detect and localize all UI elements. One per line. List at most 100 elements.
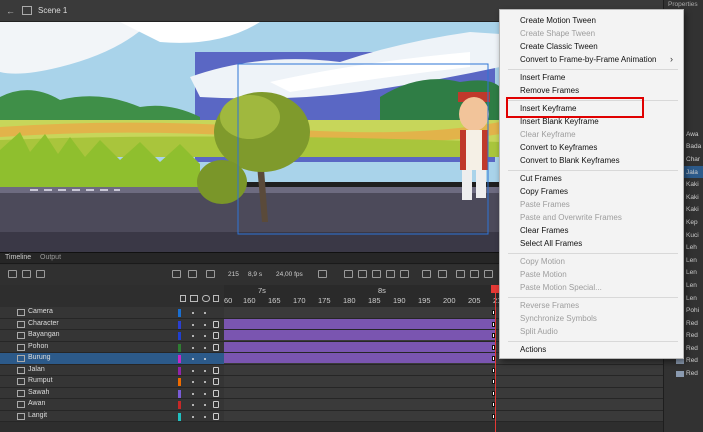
layer-color-swatch[interactable] — [178, 412, 181, 421]
layer-toggle-dot[interactable] — [204, 335, 206, 337]
layer-toggle-dot[interactable] — [192, 369, 194, 372]
lock-icon[interactable] — [213, 332, 219, 339]
menu-item-remove-frames[interactable]: Remove Frames — [520, 86, 579, 95]
tab-output[interactable]: Output — [40, 254, 61, 261]
layer-toggle-dot[interactable] — [192, 415, 194, 418]
menu-item-actions[interactable]: Actions — [520, 345, 546, 354]
layer-row[interactable]: Bayangan — [0, 330, 224, 342]
properties-title[interactable]: Properties — [668, 1, 698, 8]
menu-item-create-motion-tween[interactable]: Create Motion Tween — [520, 16, 596, 25]
tab-timeline[interactable]: Timeline — [5, 254, 31, 261]
menu-item-copy-frames[interactable]: Copy Frames — [520, 187, 568, 196]
layer-color-swatch[interactable] — [178, 343, 181, 352]
layer-name[interactable]: Awan — [28, 400, 45, 407]
visibility-eye-icon[interactable] — [202, 295, 210, 302]
frame-row[interactable] — [224, 387, 663, 399]
frame-row[interactable] — [224, 410, 663, 422]
layer-color-swatch[interactable] — [178, 366, 181, 375]
menu-item-cut-frames[interactable]: Cut Frames — [520, 174, 562, 183]
menu-item-insert-frame[interactable]: Insert Frame — [520, 73, 565, 82]
frame-row[interactable] — [224, 364, 663, 376]
zoom-fit-icon[interactable] — [484, 270, 493, 278]
layer-toggle-dot[interactable] — [204, 404, 206, 406]
layer-row[interactable]: Langit — [0, 410, 224, 422]
lock-column-icon[interactable] — [213, 295, 219, 302]
menu-item-clear-frames[interactable]: Clear Frames — [520, 226, 568, 235]
menu-item-insert-blank-keyframe[interactable]: Insert Blank Keyframe — [520, 117, 599, 126]
layer-color-swatch[interactable] — [178, 355, 181, 363]
lock-icon[interactable] — [213, 320, 219, 328]
frame-rate[interactable]: 24,00 fps — [276, 271, 303, 278]
loop-icon[interactable] — [318, 270, 327, 278]
elapsed-time[interactable]: 8,9 s — [248, 271, 262, 278]
layer-row[interactable]: Character — [0, 318, 224, 330]
new-layer-icon[interactable] — [8, 270, 17, 278]
delete-layer-icon[interactable] — [36, 270, 45, 278]
next-frame-icon[interactable] — [386, 270, 395, 278]
layer-color-swatch[interactable] — [178, 309, 181, 317]
layer-toggle-dot[interactable] — [192, 312, 194, 314]
current-frame[interactable]: 215 — [228, 271, 239, 278]
library-item[interactable]: Red — [676, 367, 703, 380]
lock-icon[interactable] — [213, 412, 219, 420]
layer-color-swatch[interactable] — [178, 389, 181, 398]
new-folder-icon[interactable] — [22, 270, 31, 278]
frame-span[interactable] — [224, 318, 496, 329]
layer-color-swatch[interactable] — [178, 332, 181, 340]
layer-name[interactable]: Jalan — [28, 366, 45, 373]
layer-name[interactable]: Pohon — [28, 343, 48, 350]
layer-toggle-dot[interactable] — [192, 335, 194, 337]
scene-label[interactable]: Scene 1 — [38, 6, 67, 15]
menu-item-create-classic-tween[interactable]: Create Classic Tween — [520, 42, 598, 51]
layer-name[interactable]: Character — [28, 320, 59, 327]
layer-toggle-dot[interactable] — [204, 358, 206, 360]
center-frame-icon[interactable] — [470, 270, 479, 278]
layer-toggle-dot[interactable] — [204, 346, 206, 349]
layer-toggle-dot[interactable] — [192, 404, 194, 406]
playhead[interactable] — [495, 285, 496, 432]
frame-row[interactable] — [224, 399, 663, 411]
frame-span[interactable] — [224, 330, 496, 340]
outline-column-icon[interactable] — [180, 295, 186, 302]
prev-frame-icon[interactable] — [358, 270, 367, 278]
layer-toggle-dot[interactable] — [204, 415, 206, 418]
edit-multiple-icon[interactable] — [456, 270, 465, 278]
frame-span[interactable] — [224, 353, 496, 363]
layer-color-swatch[interactable] — [178, 401, 181, 409]
menu-item-convert-to-keyframes[interactable]: Convert to Keyframes — [520, 143, 597, 152]
first-frame-icon[interactable] — [344, 270, 353, 278]
sync-icon[interactable] — [438, 270, 447, 278]
layer-color-swatch[interactable] — [178, 320, 181, 329]
layer-toggle-dot[interactable] — [204, 392, 206, 395]
frame-row[interactable] — [224, 376, 663, 388]
layer-name[interactable]: Langit — [28, 412, 47, 419]
layer-row[interactable]: Sawah — [0, 387, 224, 399]
layer-toggle-dot[interactable] — [192, 392, 194, 395]
menu-item-select-all-frames[interactable]: Select All Frames — [520, 239, 582, 248]
back-arrow-icon[interactable]: ← — [6, 6, 15, 16]
layer-row[interactable]: Rumput — [0, 376, 224, 388]
layer-row[interactable]: Camera — [0, 307, 224, 319]
play-icon[interactable] — [372, 270, 381, 278]
layer-row[interactable]: Pohon — [0, 341, 224, 353]
layer-name[interactable]: Burung — [28, 354, 51, 361]
lock-icon[interactable] — [213, 378, 219, 385]
layer-row[interactable]: Burung — [0, 353, 224, 365]
layer-toggle-dot[interactable] — [192, 358, 194, 360]
lock-icon[interactable] — [213, 366, 219, 374]
layer-name[interactable]: Camera — [28, 308, 53, 315]
camera-icon[interactable] — [172, 270, 181, 278]
layer-toggle-dot[interactable] — [204, 369, 206, 372]
layer-name[interactable]: Sawah — [28, 389, 49, 396]
parenting-icon[interactable] — [206, 270, 215, 278]
layer-toggle-dot[interactable] — [204, 381, 206, 383]
last-frame-icon[interactable] — [400, 270, 409, 278]
layer-depth-icon[interactable] — [188, 270, 197, 278]
layer-name[interactable]: Rumput — [28, 377, 53, 384]
frame-span[interactable] — [224, 341, 496, 352]
lock-icon[interactable] — [213, 401, 219, 408]
layer-toggle-dot[interactable] — [192, 381, 194, 383]
layer-toggle-dot[interactable] — [204, 312, 206, 314]
lock-icon[interactable] — [213, 389, 219, 397]
menu-item-convert-to-frame-by-frame-animation[interactable]: Convert to Frame-by-Frame Animation — [520, 55, 657, 64]
